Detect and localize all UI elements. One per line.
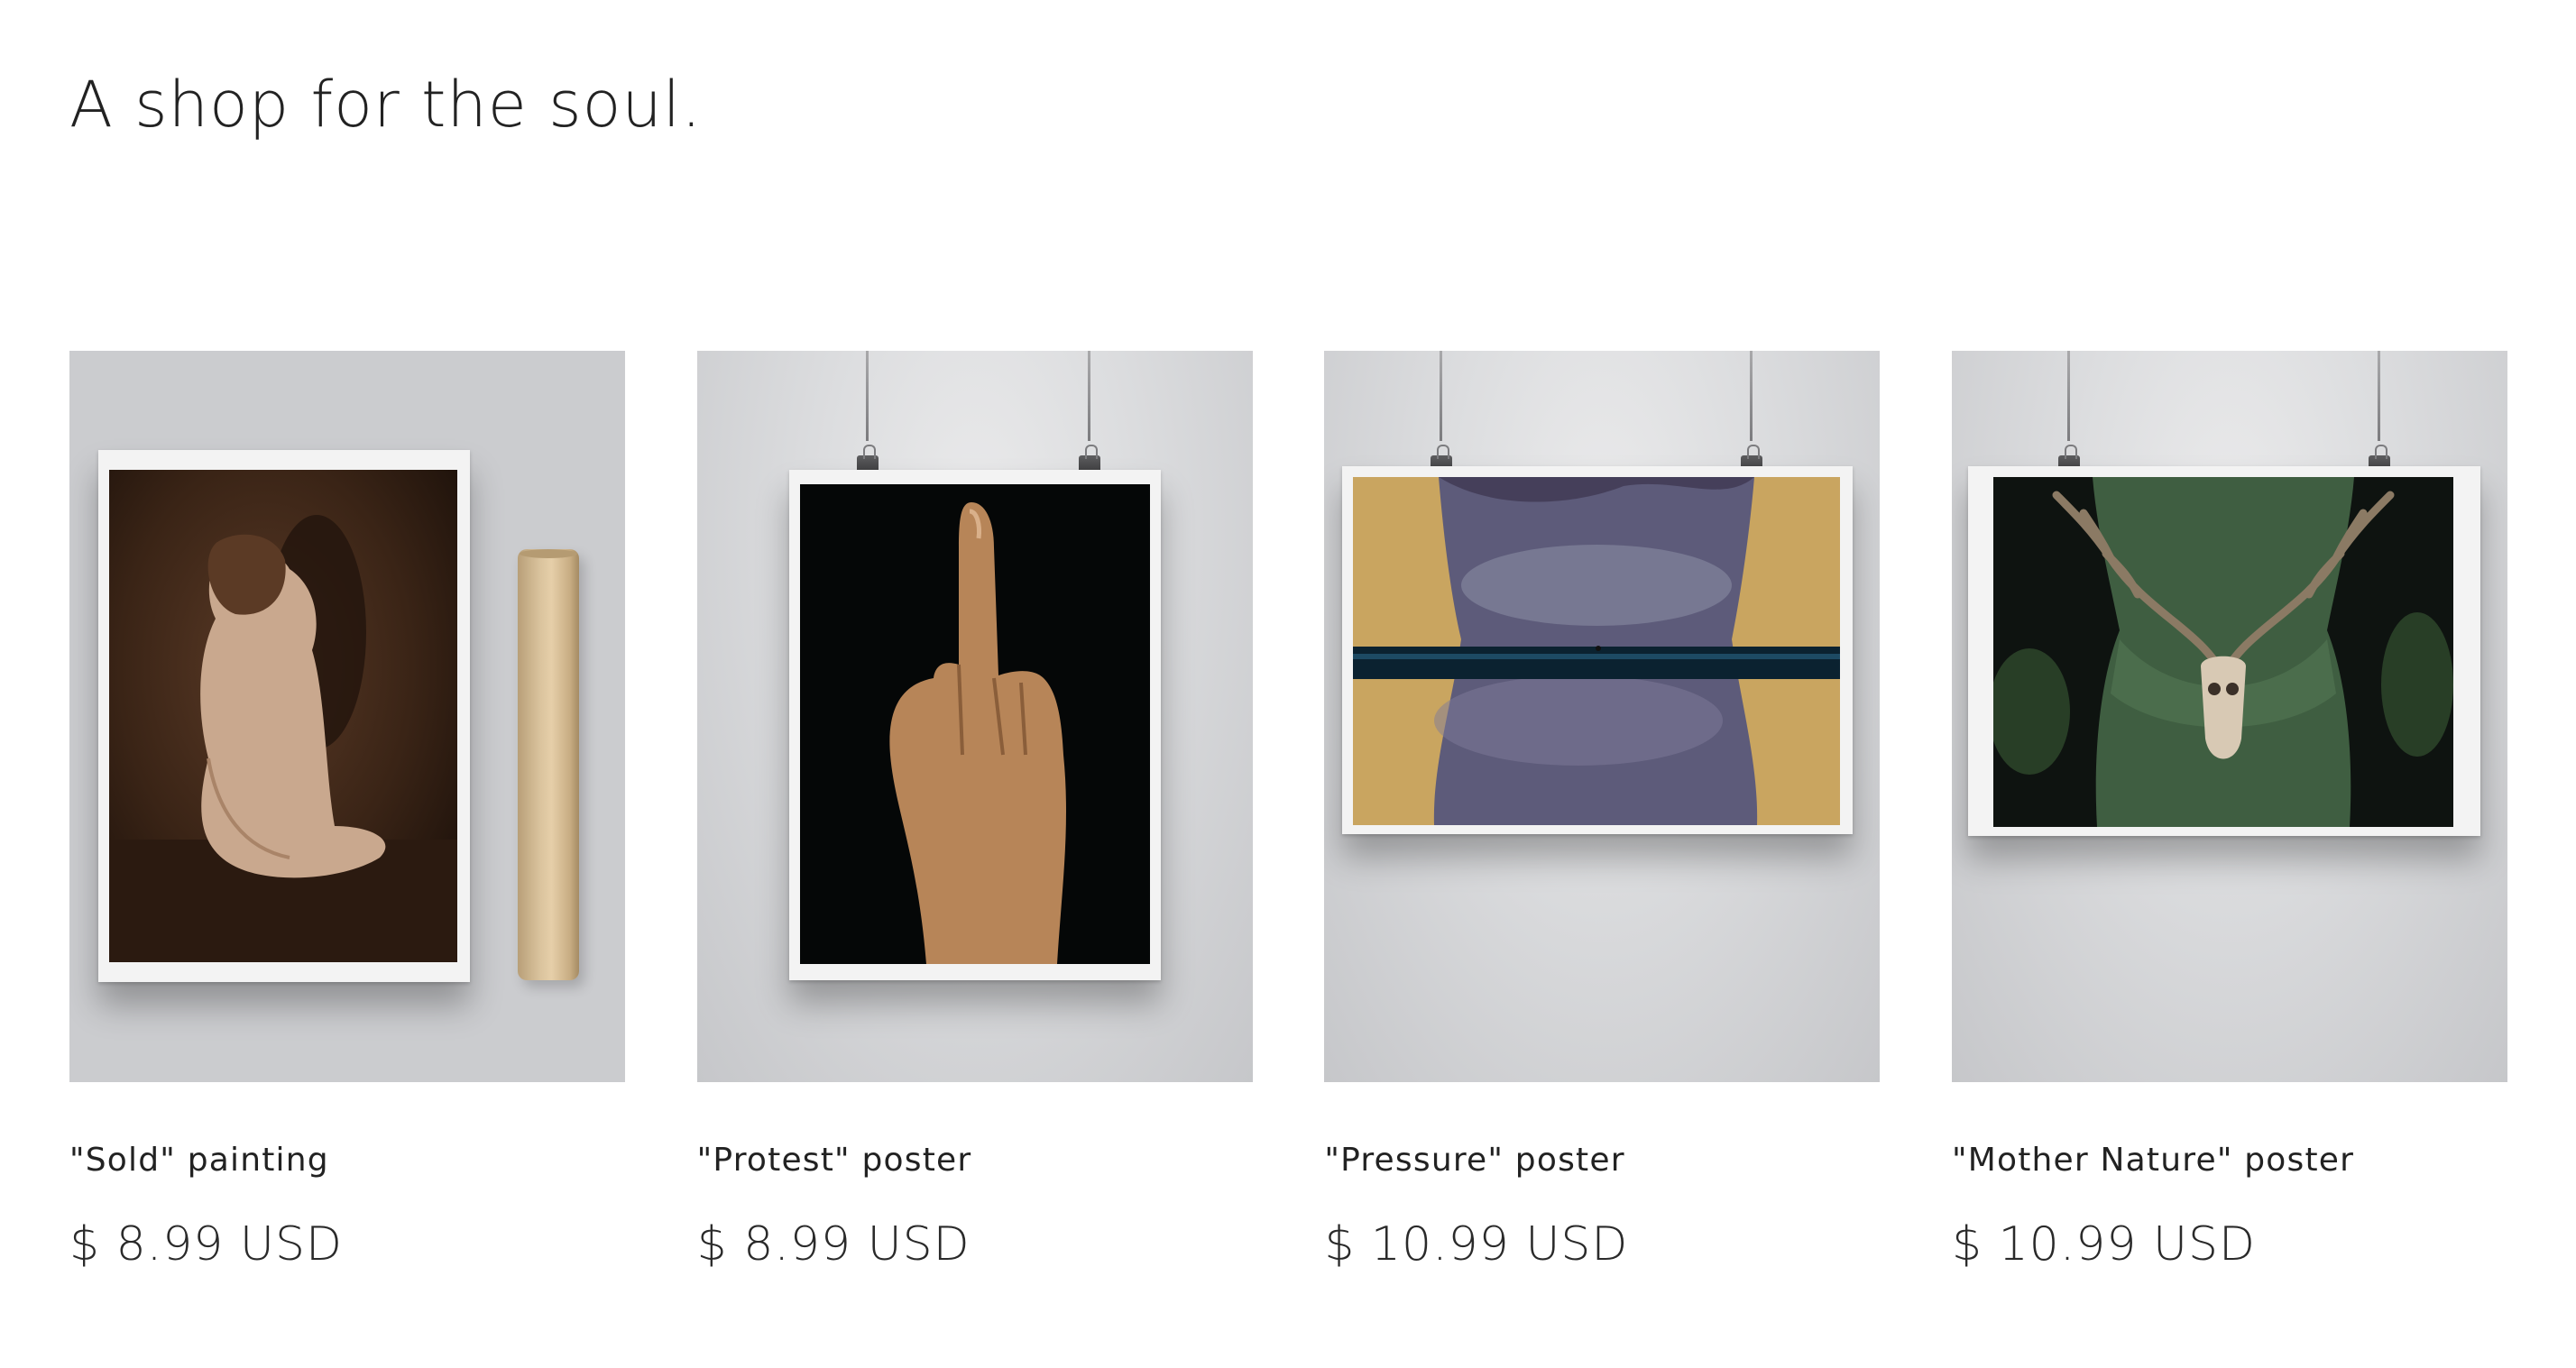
product-card[interactable]: "Sold" painting $ 8.99 USD (69, 351, 625, 1272)
artwork-pressure-torso (1353, 477, 1841, 825)
product-price: $ 10.99 USD (1324, 1217, 1629, 1272)
product-image[interactable] (1324, 351, 1881, 1082)
page-title: A shop for the soul. (69, 68, 703, 142)
hanging-wire (1440, 351, 1443, 441)
product-card[interactable]: "Protest" poster $ 8.99 USD (696, 351, 1253, 1272)
print-sheet (98, 450, 470, 982)
product-title[interactable]: "Mother Nature" poster (1952, 1140, 2507, 1182)
product-title[interactable]: "Sold" painting (69, 1140, 625, 1182)
paper-tube (518, 549, 579, 980)
artwork-mother-nature (1992, 477, 2453, 827)
product-title[interactable]: "Pressure" poster (1324, 1140, 1880, 1182)
product-card[interactable]: "Mother Nature" poster $ 10.99 USD (1951, 351, 2507, 1272)
hanging-wire (2066, 351, 2070, 441)
product-price: $ 8.99 USD (69, 1217, 344, 1272)
poster-sheet (1967, 466, 2480, 836)
hanging-wire (1087, 351, 1090, 441)
artwork-protest-hand (799, 484, 1150, 964)
product-image[interactable] (696, 351, 1253, 1082)
poster-sheet (788, 470, 1161, 980)
artwork-seated-nude (109, 470, 457, 962)
hanging-wire (1750, 351, 1753, 441)
product-title[interactable]: "Protest" poster (697, 1140, 1253, 1182)
product-grid: "Sold" painting $ 8.99 USD "Protest" pos… (69, 351, 2507, 1272)
product-image[interactable] (1951, 351, 2507, 1082)
hanging-wire (2377, 351, 2380, 441)
product-price: $ 8.99 USD (696, 1217, 971, 1272)
product-image[interactable] (69, 351, 625, 1082)
product-card[interactable]: "Pressure" poster $ 10.99 USD (1324, 351, 1881, 1272)
product-price: $ 10.99 USD (1951, 1217, 2257, 1272)
poster-sheet (1342, 466, 1854, 834)
hanging-wire (865, 351, 869, 441)
